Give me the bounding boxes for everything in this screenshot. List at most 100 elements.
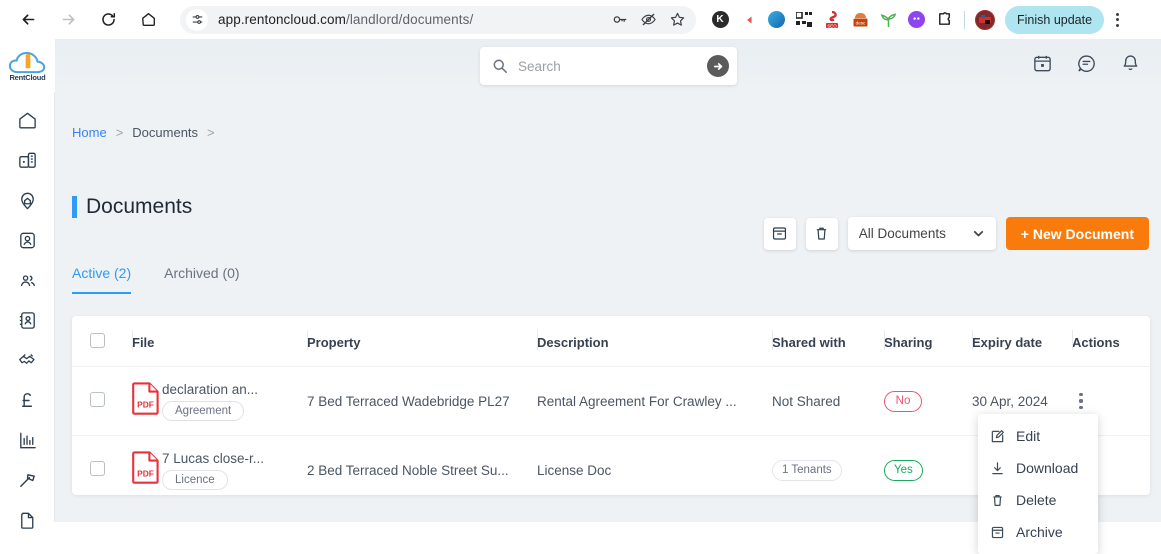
row-property: 2 Bed Terraced Noble Street Su... <box>307 462 509 478</box>
reload-button[interactable] <box>93 5 123 35</box>
file-tag: Licence <box>162 470 228 490</box>
message-icon[interactable] <box>1076 53 1097 74</box>
people-icon <box>20 274 35 286</box>
sidebar-item-directory[interactable] <box>0 300 55 340</box>
key-icon[interactable] <box>611 11 628 28</box>
eye-off-icon[interactable] <box>640 11 657 28</box>
sidebar-item-documents[interactable] <box>0 500 55 540</box>
search-submit-button[interactable] <box>707 55 729 77</box>
sidebar-items <box>0 92 54 540</box>
row-actions-menu-button[interactable] <box>1072 393 1090 409</box>
star-icon[interactable] <box>669 11 686 28</box>
seo-extension-icon[interactable]: SEO <box>818 6 846 34</box>
sidebar-item-maintenance[interactable] <box>0 460 55 500</box>
header-shared-with-label: Shared with <box>772 334 846 350</box>
sidebar-item-agreements[interactable] <box>0 340 55 380</box>
header-file: File <box>132 316 307 367</box>
avatar[interactable] <box>971 6 999 34</box>
header-description-label: Description <box>537 334 609 350</box>
row-description: Rental Agreement For Crawley ... <box>537 366 772 436</box>
site-settings-button[interactable] <box>186 8 208 31</box>
menu-item-delete[interactable]: Delete <box>978 484 1098 516</box>
app-root: RentCloud Search Home > Documents > Docu… <box>0 39 1161 554</box>
app-logo[interactable]: RentCloud <box>0 39 55 92</box>
puzzle-extension-icon[interactable] <box>930 6 958 34</box>
new-document-button[interactable]: + New Document <box>1005 217 1149 250</box>
menu-item-edit[interactable]: Edit <box>978 420 1098 452</box>
home-icon <box>141 13 155 27</box>
row-checkbox[interactable] <box>90 461 105 476</box>
breadcrumb-home[interactable]: Home <box>72 125 107 140</box>
logo-text: RentCloud <box>9 72 46 82</box>
browser-menu-icon[interactable] <box>1106 6 1128 34</box>
global-search[interactable] <box>480 47 737 85</box>
select-all-checkbox[interactable] <box>90 333 105 348</box>
topbar <box>55 39 1161 92</box>
ghost-extension-icon[interactable] <box>902 6 930 34</box>
home-button[interactable] <box>133 5 163 35</box>
bell-icon[interactable] <box>1120 53 1141 74</box>
sidebar-item-reports[interactable] <box>0 420 55 460</box>
sidebar-item-locations[interactable] <box>0 180 55 220</box>
menu-item-archive[interactable]: Archive <box>978 516 1098 548</box>
row-shared-with: Not Shared <box>772 366 884 436</box>
finish-update-button[interactable]: Finish update <box>1005 5 1105 34</box>
breadcrumb-documents[interactable]: Documents <box>132 125 198 140</box>
search-icon <box>493 59 507 73</box>
header-actions: Actions <box>1072 316 1150 367</box>
header-property-label: Property <box>307 334 361 350</box>
row-shared-with-cell: 1 Tenants <box>772 436 884 505</box>
header-sharing: Sharing <box>884 316 972 367</box>
qr-glyph <box>796 11 812 27</box>
sidebar-item-finances[interactable] <box>0 380 55 420</box>
row-checkbox[interactable] <box>90 392 105 407</box>
file-name[interactable]: declaration an... <box>162 382 258 397</box>
puzzle-glyph <box>938 12 950 25</box>
calendar-icon[interactable] <box>1032 53 1053 74</box>
title-accent-bar <box>72 196 77 218</box>
document-icon <box>21 512 34 529</box>
edit-pencil-icon <box>991 429 1004 442</box>
file-name[interactable]: 7 Lucas close-r... <box>162 451 264 466</box>
grammar-extension-icon[interactable] <box>874 6 902 34</box>
row-checkbox-cell <box>72 366 132 436</box>
breadcrumb: Home > Documents > <box>72 125 215 140</box>
delete-selected-button[interactable] <box>805 217 838 250</box>
sidebar-item-dashboard[interactable] <box>0 100 55 140</box>
row-description: License Doc <box>537 462 612 478</box>
tab-archived[interactable]: Archived (0) <box>164 265 239 294</box>
address-bar[interactable]: app.rentoncloud.com/landlord/documents/ <box>180 5 696 34</box>
page-title-row: Documents <box>72 195 192 219</box>
svg-text:PDF: PDF <box>137 400 154 410</box>
forward-button[interactable] <box>53 5 83 35</box>
tab-active[interactable]: Active (2) <box>72 265 132 294</box>
breadcrumb-separator-1: > <box>115 125 124 140</box>
sidebar-item-properties[interactable] <box>0 140 55 180</box>
header-expiry-label: Expiry date <box>972 334 1043 350</box>
menu-label: Delete <box>1016 492 1057 508</box>
menu-item-download[interactable]: Download <box>978 452 1098 484</box>
page-title: Documents <box>86 195 193 218</box>
document-filter-select[interactable]: All Documents <box>847 217 996 250</box>
toolbar-divider <box>964 10 965 29</box>
breadcrumb-separator-2: > <box>207 125 215 140</box>
torrent-extension-icon[interactable] <box>762 6 790 34</box>
back-button[interactable] <box>13 5 43 35</box>
sidebar-item-tenants[interactable] <box>0 220 55 260</box>
search-input[interactable] <box>518 58 707 74</box>
kick-extension-icon[interactable]: K <box>706 6 734 34</box>
col-divider <box>884 330 885 350</box>
topbar-actions <box>1032 53 1141 74</box>
forward-arrow-icon <box>62 14 74 25</box>
play-extension-icon[interactable] <box>734 6 762 34</box>
col-divider <box>1072 330 1073 350</box>
url-text: app.rentoncloud.com/landlord/documents/ <box>218 12 611 27</box>
qr-extension-icon[interactable] <box>790 6 818 34</box>
sidebar-item-contacts[interactable] <box>0 260 55 300</box>
pound-icon <box>22 392 33 407</box>
archive-selected-button[interactable] <box>763 217 796 250</box>
desc-extension-icon[interactable]: desc <box>846 6 874 34</box>
col-divider <box>772 330 773 350</box>
trash-icon <box>817 227 827 240</box>
header-shared-with: Shared with <box>772 316 884 367</box>
